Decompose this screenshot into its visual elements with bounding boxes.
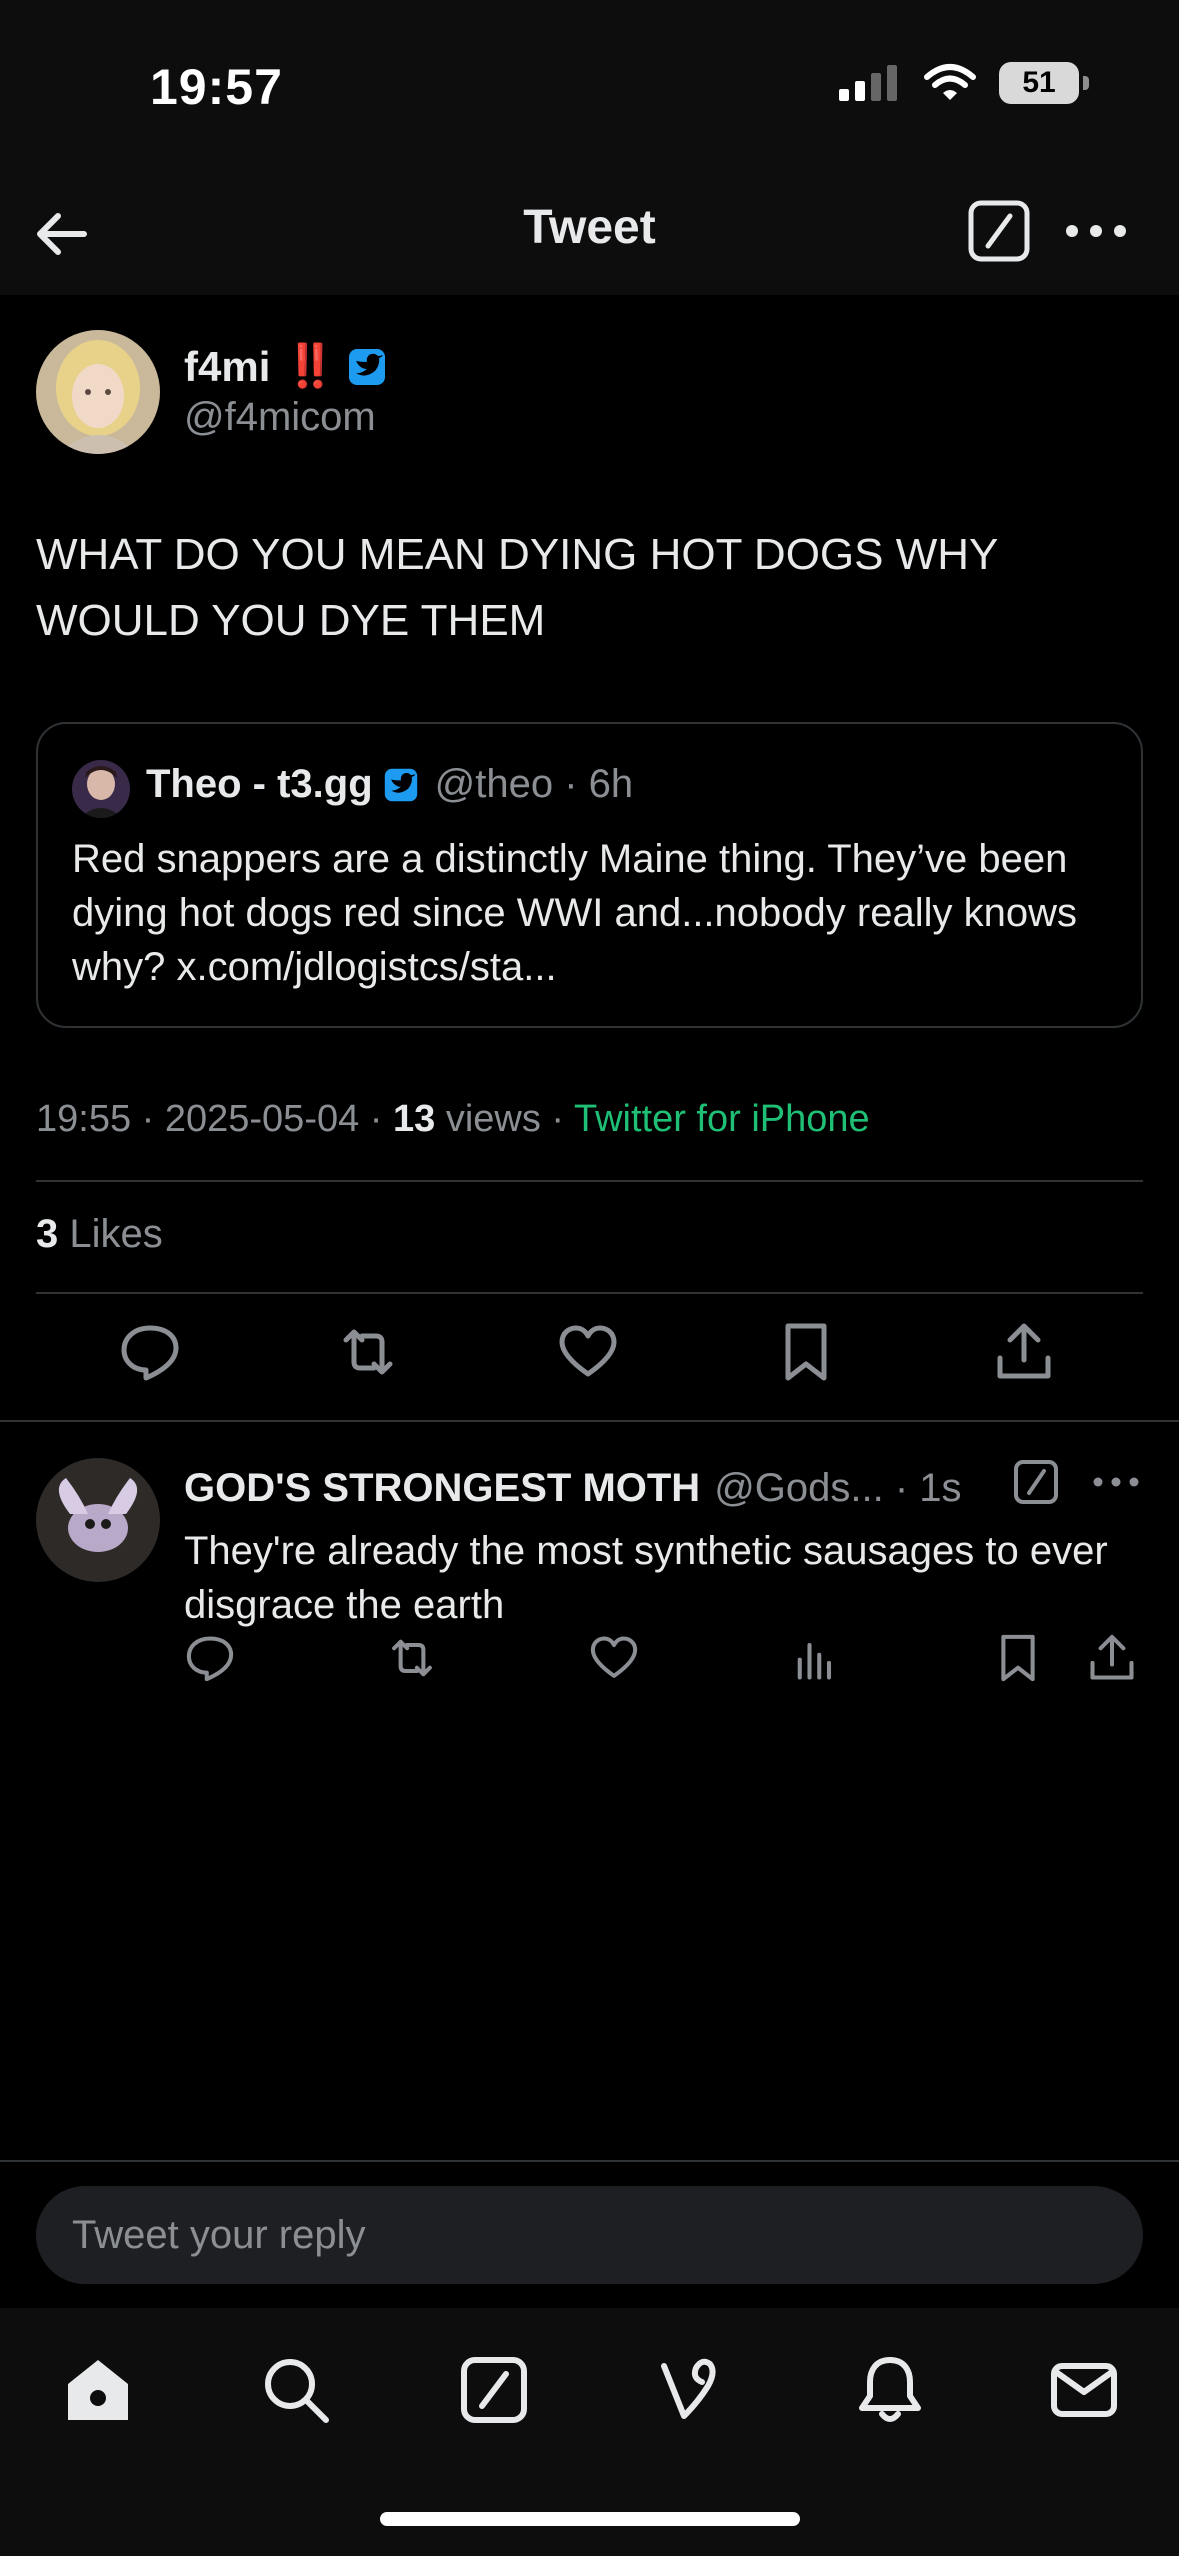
quote-author-avatar — [72, 760, 130, 818]
reply-icon[interactable] — [184, 1632, 236, 1684]
quote-author-name: Theo - t3.gg — [146, 762, 373, 806]
reply-author-name[interactable]: GOD'S STRONGEST MOTH — [184, 1466, 700, 1511]
quoted-tweet-card[interactable]: Theo - t3.gg @theo · 6h Red snappers are… — [36, 722, 1143, 1028]
like-heart-icon[interactable] — [556, 1320, 620, 1384]
reply-text: They're already the most synthetic sausa… — [184, 1529, 1108, 1627]
bookmark-icon[interactable] — [992, 1632, 1044, 1684]
quote-text: Red snappers are a distinctly Maine thin… — [72, 837, 1077, 989]
reply-header: GOD'S STRONGEST MOTH @Gods... · 1s — [184, 1466, 962, 1511]
likes-row[interactable]: 3 Likes — [36, 1212, 163, 1257]
retweet-icon[interactable] — [336, 1320, 400, 1384]
quote-author-handle: @theo · 6h — [434, 762, 634, 806]
compose-icon[interactable] — [456, 2352, 532, 2428]
reply-bar — [0, 2160, 1179, 2308]
compose-icon[interactable] — [1012, 1458, 1060, 1506]
like-heart-icon[interactable] — [588, 1632, 640, 1684]
reply-icon[interactable] — [118, 1320, 182, 1384]
more-options-icon[interactable] — [1090, 1460, 1142, 1504]
bookmark-icon[interactable] — [774, 1320, 838, 1384]
views-count: 13 — [393, 1098, 436, 1140]
author-avatar[interactable] — [36, 330, 160, 454]
home-indicator — [380, 2512, 800, 2526]
verified-bird-icon — [383, 767, 419, 803]
status-icons: 51 — [837, 62, 1089, 104]
notifications-bell-icon[interactable] — [852, 2352, 928, 2428]
wifi-icon — [923, 63, 977, 103]
retweet-icon[interactable] — [386, 1632, 438, 1684]
more-options-icon[interactable] — [1060, 198, 1132, 264]
views-label: views · — [435, 1098, 574, 1140]
tweet-text: WHAT DO YOU MEAN DYING HOT DOGS WHY WOUL… — [36, 530, 998, 645]
divider — [36, 1180, 1143, 1182]
nav-bar: Tweet — [0, 170, 1179, 295]
reply-tweet[interactable]: GOD'S STRONGEST MOTH @Gods... · 1s They'… — [0, 1424, 1179, 1684]
tweet-timestamp: 19:55 · 2025-05-04 · — [36, 1098, 394, 1140]
analytics-icon[interactable] — [790, 1632, 842, 1684]
reply-input[interactable] — [36, 2186, 1143, 2284]
divider — [0, 1420, 1179, 1422]
source-link[interactable]: Twitter for iPhone — [574, 1098, 870, 1140]
verified-bird-icon — [347, 347, 387, 387]
share-icon[interactable] — [992, 1320, 1056, 1384]
author-name[interactable]: f4mi — [184, 343, 270, 391]
tweet-meta: 19:55 · 2025-05-04 · 13 views · Twitter … — [36, 1098, 870, 1141]
double-exclamation-badge: ‼️ — [284, 342, 336, 389]
cellular-signal-icon — [837, 63, 901, 103]
battery-indicator: 51 — [999, 62, 1089, 104]
status-bar: 19:57 51 — [0, 0, 1179, 170]
reply-author-handle: @Gods... · 1s — [714, 1466, 962, 1510]
author-handle[interactable]: @f4micom — [184, 395, 376, 440]
tweet-action-bar — [0, 1320, 1179, 1392]
quote-header: Theo - t3.gg @theo · 6h — [146, 762, 633, 807]
messages-mail-icon[interactable] — [1046, 2352, 1122, 2428]
likes-label: Likes — [58, 1212, 163, 1256]
status-time: 19:57 — [150, 59, 283, 115]
vine-icon[interactable] — [654, 2352, 730, 2428]
divider — [36, 1292, 1143, 1294]
search-icon[interactable] — [258, 2352, 334, 2428]
reply-author-avatar[interactable] — [36, 1458, 160, 1582]
author-name-row: f4mi ‼️ — [184, 342, 387, 391]
home-icon[interactable] — [60, 2352, 136, 2428]
likes-count: 3 — [36, 1212, 59, 1256]
compose-icon[interactable] — [966, 198, 1032, 264]
share-icon[interactable] — [1086, 1632, 1138, 1684]
